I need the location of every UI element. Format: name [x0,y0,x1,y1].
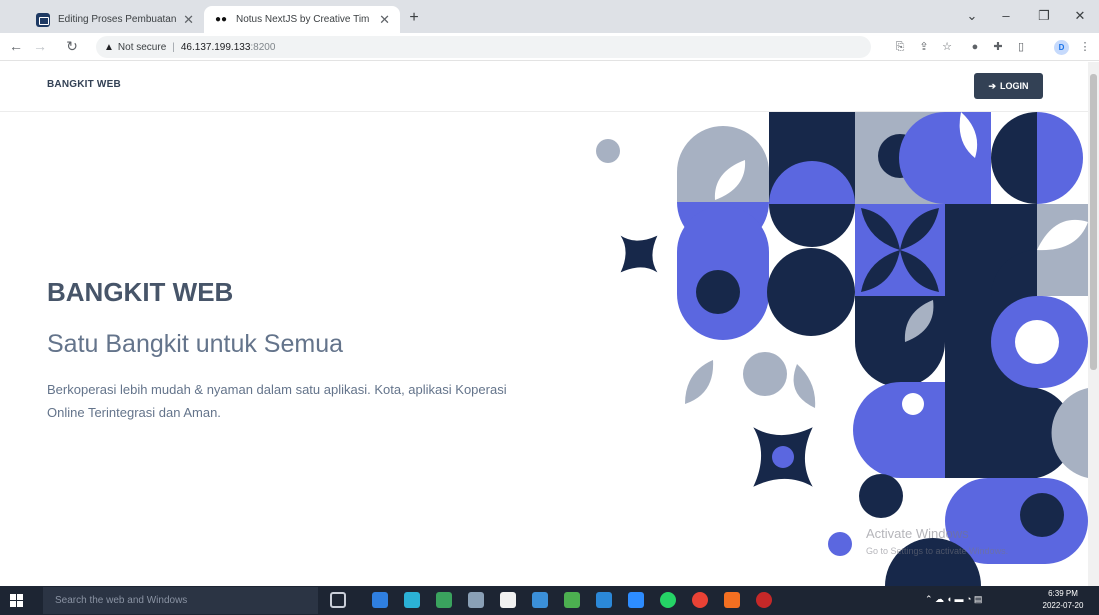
close-tab-icon[interactable]: ✕ [379,12,390,28]
chrome-icon[interactable] [692,592,708,608]
pattern-shape [1015,320,1059,364]
minimize-button[interactable]: – [992,4,1020,28]
site-navbar: BANGKIT WEB ➔ LOGIN [0,62,1088,112]
pattern-shape [596,139,620,163]
arrow-right-icon: ➔ [988,80,997,91]
store-icon[interactable] [500,592,516,608]
reload-icon[interactable]: ↻ [62,36,82,56]
codesandbox-icon [36,12,50,27]
hero-subtitle: Satu Bangkit untuk Semua [47,330,344,358]
url-host: 46.137.199.133 [180,41,251,53]
bookmark-star-icon[interactable]: ☆ [940,40,954,54]
tab-title: Editing Proses Pembuatan proje [58,14,177,25]
tab-codesandbox[interactable]: Editing Proses Pembuatan proje ✕ [26,6,204,33]
pattern-shape [696,270,740,314]
windows-start-icon[interactable] [10,594,23,607]
url-port: :8200 [250,41,276,53]
tab-title: Notus NextJS by Creative Tim [236,14,370,25]
pattern-shape [685,360,714,404]
pattern-shape [620,235,658,273]
forward-icon[interactable]: → [30,36,50,56]
file-explorer-icon[interactable] [404,592,420,608]
browser-tab-strip: Editing Proses Pembuatan proje ✕ ●● Notu… [0,0,1099,33]
new-tab-button[interactable]: + [404,8,424,28]
sidepanel-icon[interactable]: ▯ [1014,40,1028,54]
restore-button[interactable]: ❐ [1030,4,1058,28]
puzzle-icon[interactable]: ✚ [991,40,1005,54]
pattern-shape [902,393,924,415]
pattern-shape [828,532,852,556]
pattern-shape [753,427,813,487]
app-icon[interactable] [564,592,580,608]
web-page: BANGKIT WEB ➔ LOGIN BANGKIT WEB Satu Ban… [0,62,1088,586]
clock-time: 6:39 PM [1048,589,1078,598]
pattern-shape [767,248,855,336]
brand-link[interactable]: BANGKIT WEB [47,79,121,90]
address-bar[interactable]: ▲ Not secure | 46.137.199.133 :8200 [96,36,871,58]
warning-icon[interactable]: ▲ [104,42,114,53]
app-icon[interactable] [436,592,452,608]
tab-notus[interactable]: ●● Notus NextJS by Creative Tim ✕ [204,6,400,33]
zoom-icon[interactable] [628,592,644,608]
extension-icon[interactable]: ● [968,40,982,54]
pattern-shape [793,364,816,408]
edge-icon[interactable] [372,592,388,608]
taskbar-clock[interactable]: 6:39 PM 2022-07-20 [1037,588,1089,612]
login-button[interactable]: ➔ LOGIN [974,73,1043,99]
clock-date: 2022-07-20 [1042,601,1084,610]
whatsapp-icon[interactable] [660,592,676,608]
hero-title: BANGKIT WEB [47,277,234,307]
taskbar-search-box[interactable]: Search the web and Windows [43,587,318,614]
close-tab-icon[interactable]: ✕ [183,12,194,28]
xampp-icon[interactable] [724,592,740,608]
app-icon[interactable] [468,592,484,608]
pattern-shape [945,388,1037,478]
record-icon[interactable] [756,592,772,608]
geometric-pattern-illustration [596,112,1088,586]
pattern-shape [853,382,945,478]
hero-description: Berkoperasi lebih mudah & nyaman dalam s… [47,382,507,420]
browser-toolbar: ← → ↻ ▲ Not secure | 46.137.199.133 :820… [0,33,1099,61]
pattern-shape [859,474,903,518]
pattern-shape [1020,493,1064,537]
pattern-shape [1037,112,1083,204]
system-tray-icons[interactable]: ⌃ ☁ ◖ ▬ ◔ ▤ [925,594,982,605]
profile-avatar[interactable]: D [1054,40,1069,55]
task-view-icon[interactable] [330,592,346,608]
tab-search-icon[interactable]: ⌄ [958,4,986,28]
back-icon[interactable]: ← [6,36,26,56]
pattern-shape [899,112,991,204]
share-icon[interactable]: ⇪ [917,40,931,54]
translate-icon[interactable]: ⎘ [893,40,907,54]
separator: | [172,41,175,53]
app-icon[interactable] [532,592,548,608]
pattern-shape [991,112,1037,204]
activate-windows-subtext: Go to Settings to activate Windows. [866,546,1009,556]
menu-icon[interactable]: ⋮ [1078,40,1092,54]
vscode-icon[interactable] [596,592,612,608]
close-window-button[interactable]: ✕ [1066,4,1094,28]
windows-taskbar: Search the web and Windows ⌃ ☁ ◖ ▬ ◔ ▤ 6… [0,586,1099,615]
creative-tim-icon: ●● [214,14,228,25]
login-label: LOGIN [1000,81,1029,91]
activate-windows-watermark: Activate Windows [866,526,969,541]
scrollbar-thumb[interactable] [1090,74,1097,370]
security-label[interactable]: Not secure [118,42,166,53]
pattern-shape [743,352,787,396]
